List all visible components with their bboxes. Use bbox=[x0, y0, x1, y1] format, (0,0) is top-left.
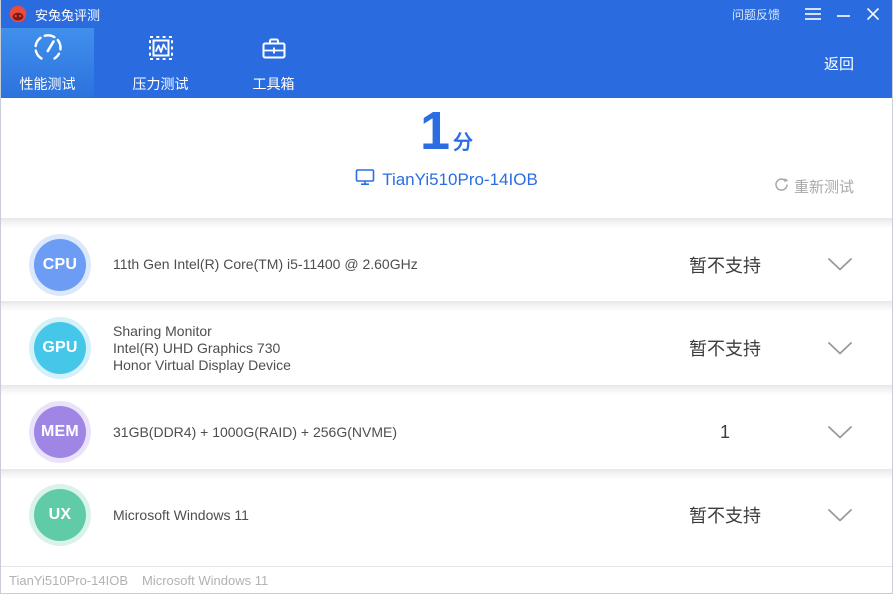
app-window: 安兔兔评测 问题反馈 bbox=[0, 0, 893, 594]
chevron-down-icon[interactable] bbox=[828, 258, 852, 271]
mem-score: 1 bbox=[650, 422, 800, 443]
ux-description: Microsoft Windows 11 bbox=[113, 507, 249, 524]
spacer bbox=[1, 551, 892, 566]
feedback-link[interactable]: 问题反馈 bbox=[732, 6, 780, 23]
close-button[interactable] bbox=[858, 0, 888, 28]
minimize-button[interactable] bbox=[828, 0, 858, 28]
gpu-status: 暂不支持 bbox=[650, 335, 800, 361]
title-bar: 安兔兔评测 问题反馈 bbox=[1, 0, 892, 28]
tab-label: 压力测试 bbox=[133, 74, 189, 94]
chevron-down-icon[interactable] bbox=[828, 509, 852, 522]
tab-toolbox[interactable]: 工具箱 bbox=[227, 28, 320, 98]
score-unit: 分 bbox=[453, 126, 473, 155]
toolbox-icon bbox=[258, 32, 290, 69]
separator bbox=[1, 218, 892, 228]
chevron-down-icon[interactable] bbox=[828, 426, 852, 439]
cpu-badge: CPU bbox=[29, 234, 91, 296]
gauge-icon bbox=[32, 32, 64, 69]
app-title: 安兔兔评测 bbox=[35, 5, 100, 24]
antutu-logo-icon bbox=[9, 5, 27, 23]
mem-badge: MEM bbox=[29, 401, 91, 463]
score-section: 1 分 TianYi510Pro-14IOB 重新测试 bbox=[1, 98, 892, 218]
row-right: 1 bbox=[650, 422, 892, 443]
titlebar-controls: 问题反馈 bbox=[732, 0, 892, 28]
ux-badge: UX bbox=[29, 484, 91, 546]
cpu-status: 暂不支持 bbox=[650, 252, 800, 278]
row-right: 暂不支持 bbox=[650, 252, 892, 278]
tab-performance-test[interactable]: 性能测试 bbox=[1, 28, 94, 98]
device-line: TianYi510Pro-14IOB bbox=[355, 168, 538, 191]
component-row-gpu[interactable]: GPU Sharing Monitor Intel(R) UHD Graphic… bbox=[1, 311, 892, 385]
separator bbox=[1, 385, 892, 395]
footer-os-name: Microsoft Windows 11 bbox=[142, 573, 268, 588]
menu-icon[interactable] bbox=[798, 0, 828, 28]
status-bar: TianYi510Pro-14IOB Microsoft Windows 11 bbox=[1, 566, 892, 593]
device-name: TianYi510Pro-14IOB bbox=[382, 170, 538, 190]
separator bbox=[1, 301, 892, 311]
mem-description: 31GB(DDR4) + 1000G(RAID) + 256G(NVME) bbox=[113, 424, 397, 441]
tab-label: 工具箱 bbox=[253, 74, 295, 94]
gpu-description: Sharing Monitor Intel(R) UHD Graphics 73… bbox=[113, 323, 291, 374]
ux-status: 暂不支持 bbox=[650, 502, 800, 528]
footer-device-name: TianYi510Pro-14IOB bbox=[9, 573, 128, 588]
gpu-badge: GPU bbox=[29, 317, 91, 379]
total-score: 1 分 bbox=[420, 104, 473, 158]
back-button[interactable]: 返回 bbox=[824, 53, 854, 74]
retest-button[interactable]: 重新测试 bbox=[774, 176, 854, 197]
row-right: 暂不支持 bbox=[650, 502, 892, 528]
tab-bar: 性能测试 压力测试 工具箱 返回 bbox=[1, 28, 892, 98]
monitor-icon bbox=[355, 168, 375, 191]
component-row-mem[interactable]: MEM 31GB(DDR4) + 1000G(RAID) + 256G(NVME… bbox=[1, 395, 892, 469]
chevron-down-icon[interactable] bbox=[828, 342, 852, 355]
tab-label: 性能测试 bbox=[20, 74, 76, 94]
retest-label: 重新测试 bbox=[794, 176, 854, 197]
chip-icon bbox=[145, 32, 177, 69]
refresh-icon bbox=[774, 177, 789, 196]
score-value: 1 bbox=[420, 104, 450, 158]
component-row-ux[interactable]: UX Microsoft Windows 11 暂不支持 bbox=[1, 479, 892, 551]
component-row-cpu[interactable]: CPU 11th Gen Intel(R) Core(TM) i5-11400 … bbox=[1, 228, 892, 301]
cpu-description: 11th Gen Intel(R) Core(TM) i5-11400 @ 2.… bbox=[113, 256, 418, 273]
row-right: 暂不支持 bbox=[650, 335, 892, 361]
tab-stress-test[interactable]: 压力测试 bbox=[114, 28, 207, 98]
separator bbox=[1, 469, 892, 479]
